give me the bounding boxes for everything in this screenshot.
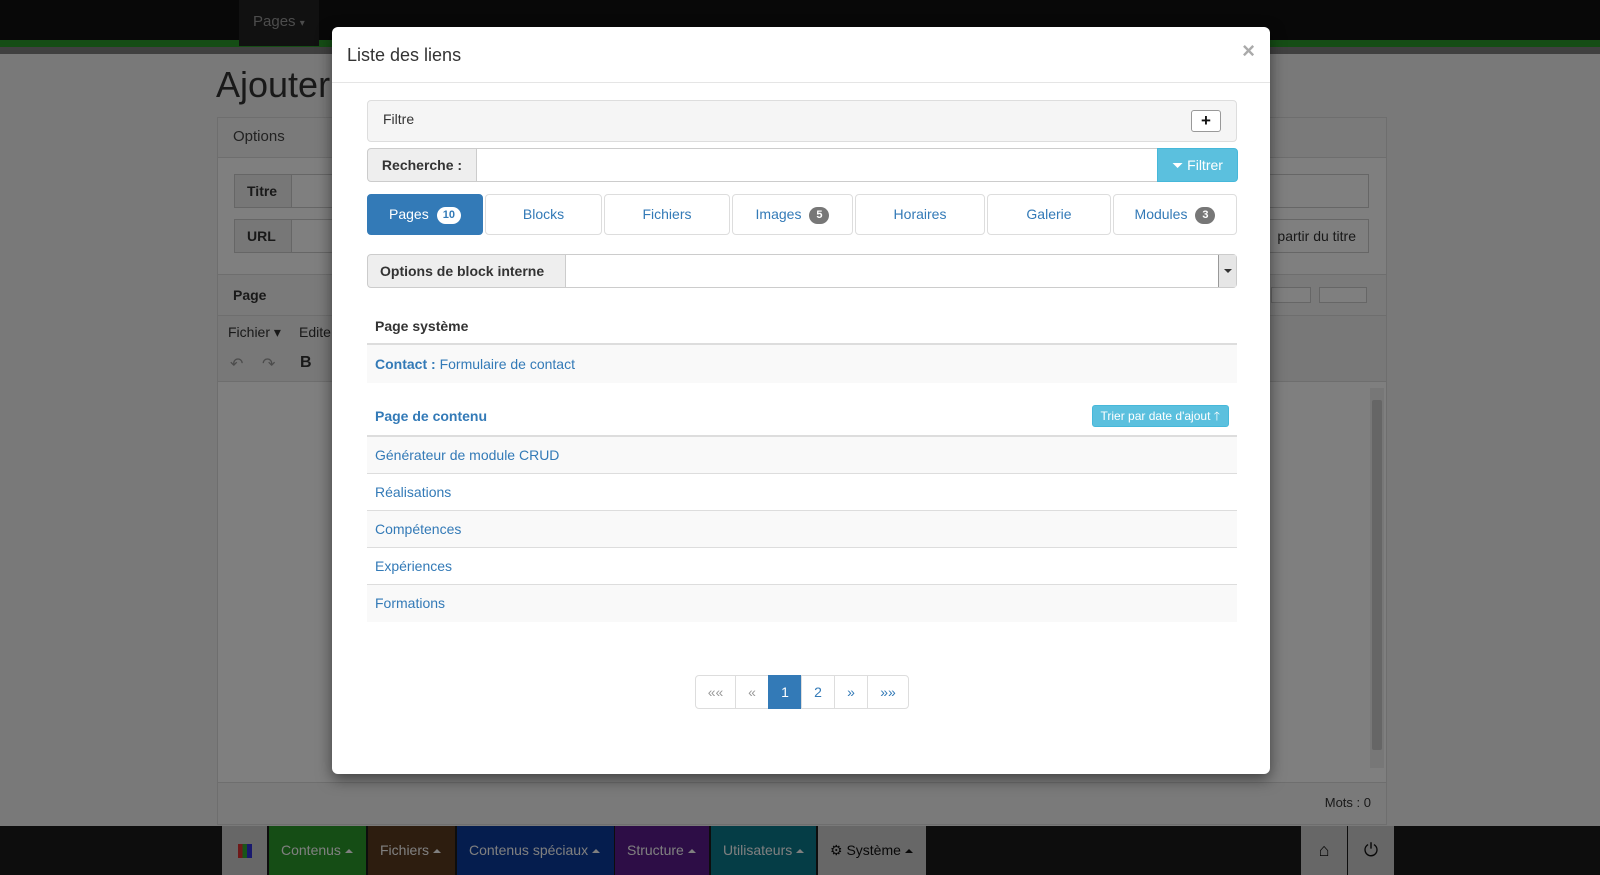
search-input[interactable] <box>476 148 1158 182</box>
pagination: «« « 1 2 » »» <box>695 675 909 709</box>
count-badge: 10 <box>436 207 461 224</box>
count-badge: 3 <box>1195 207 1216 224</box>
filter-button[interactable]: ⏷ Filtrer <box>1157 148 1238 182</box>
list-item[interactable]: Générateur de module CRUD <box>367 437 1237 474</box>
list-item[interactable]: Réalisations <box>367 474 1237 511</box>
tab-label: Horaires <box>893 206 947 222</box>
tab-images[interactable]: Images 5 <box>732 194 853 235</box>
filter-panel: Filtre + <box>367 100 1237 142</box>
system-page-desc: Formulaire de contact <box>439 356 575 372</box>
tab-fichiers[interactable]: Fichiers <box>604 194 730 235</box>
links-modal: Liste des liens × Filtre + Recherche : ⏷… <box>332 27 1270 774</box>
system-pages-heading: Page système <box>367 309 1237 345</box>
system-page-name: Contact <box>375 356 428 372</box>
tab-galerie[interactable]: Galerie <box>987 194 1111 235</box>
filter-icon: ⏷ <box>1172 157 1184 173</box>
content-heading-label: Page de contenu <box>375 408 488 424</box>
first-page-button[interactable]: «« <box>695 675 736 709</box>
page-1-button[interactable]: 1 <box>768 675 802 709</box>
sort-button-label: Trier par date d'ajout <box>1100 409 1211 423</box>
filter-button-label: Filtrer <box>1187 157 1223 173</box>
filter-label: Filtre <box>383 111 415 127</box>
tab-label: Images <box>755 206 802 222</box>
search-group: Recherche : ⏷ Filtrer <box>367 148 1238 182</box>
search-label: Recherche : <box>367 148 477 182</box>
list-item[interactable]: Formations <box>367 585 1237 622</box>
tab-label: Fichiers <box>642 206 692 222</box>
chevron-down-icon[interactable] <box>1218 255 1236 287</box>
tab-label: Modules <box>1134 206 1188 222</box>
tab-horaires[interactable]: Horaires <box>855 194 985 235</box>
list-item[interactable]: Compétences <box>367 511 1237 548</box>
next-page-button[interactable]: » <box>834 675 868 709</box>
system-page-separator: : <box>427 356 440 372</box>
tab-label: Galerie <box>1026 206 1072 222</box>
tab-pages[interactable]: Pages 10 <box>367 194 483 235</box>
sort-by-date-button[interactable]: Trier par date d'ajout 🡑 <box>1091 405 1229 427</box>
close-icon[interactable]: × <box>1242 40 1255 62</box>
page-2-button[interactable]: 2 <box>801 675 835 709</box>
block-options-select[interactable] <box>565 254 1237 288</box>
modal-title: Liste des liens <box>347 45 462 65</box>
last-page-button[interactable]: »» <box>867 675 909 709</box>
arrow-up-icon: 🡑 <box>1213 409 1220 423</box>
tab-label: Pages <box>389 206 429 222</box>
tab-modules[interactable]: Modules 3 <box>1113 194 1237 235</box>
tab-blocks[interactable]: Blocks <box>485 194 602 235</box>
plus-icon[interactable]: + <box>1191 110 1221 132</box>
system-page-link[interactable]: Contact : Formulaire de contact <box>367 345 1237 383</box>
content-page-list: Générateur de module CRUD Réalisations C… <box>367 437 1237 622</box>
prev-page-button[interactable]: « <box>735 675 769 709</box>
list-item[interactable]: Expériences <box>367 548 1237 585</box>
block-options-label: Options de block interne <box>367 254 566 288</box>
link-type-tabs: Pages 10 Blocks Fichiers Images 5 Horaires… <box>367 194 1237 235</box>
count-badge: 5 <box>809 207 830 224</box>
content-pages-heading: Page de contenu Trier par date d'ajout 🡑 <box>367 397 1237 437</box>
modal-header: Liste des liens × <box>332 27 1270 83</box>
tab-label: Blocks <box>522 206 565 222</box>
block-options-group: Options de block interne <box>367 254 1237 288</box>
